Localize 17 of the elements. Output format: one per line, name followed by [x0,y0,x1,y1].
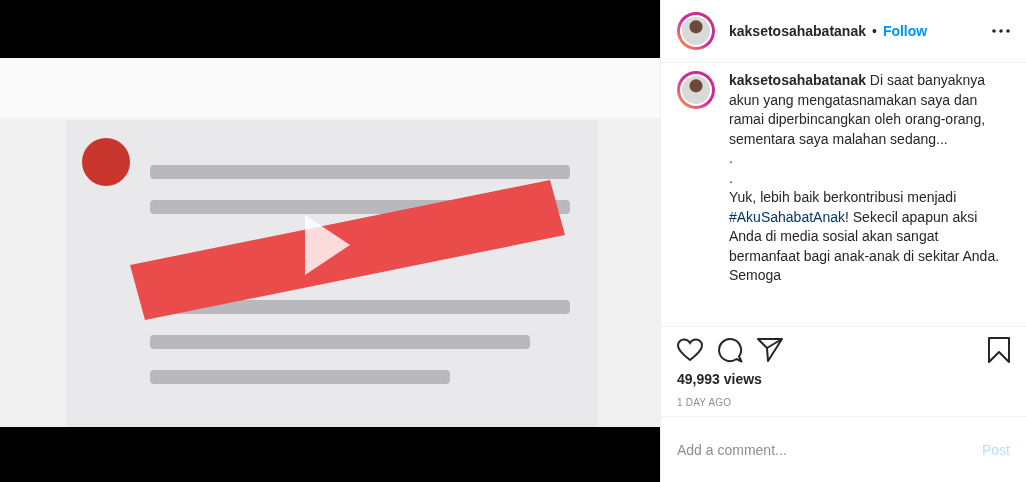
separator-dot: • [871,23,877,39]
view-count: 49,993 views [677,371,763,387]
comment-icon[interactable] [717,337,743,363]
caption-text: . [729,168,734,188]
avatar-icon[interactable] [677,12,715,50]
caption-text: kaksetosahabatanak Di saat banyaknya akun yang mengatasnamakan saya dan ramai diperbincangkan oleh orang-orang, sementara saya malahan sedang... [729,71,987,149]
avatar-icon[interactable] [677,71,715,109]
post-time: 1 DAY AGO [677,397,733,408]
caption-text: Yuk, lebih baik berkontribusi menjadi #AkuSahabatAnak! Sekecil apapun aksi Anda di media sosial akan sangat bermanfaat bagi anak-anak di sekitar Anda. Semoga [729,188,1001,285]
share-icon[interactable] [757,338,783,362]
hashtag-link[interactable]: #AkuSahabatAnak [729,208,845,225]
username-link[interactable]: kaksetosahabatanak [729,72,866,88]
caption-text: . [729,149,734,168]
bookmark-icon[interactable] [988,337,1010,363]
more-options-icon[interactable] [992,29,1010,33]
username-link[interactable]: kaksetosahabatanak [729,23,866,39]
heart-icon[interactable] [677,338,703,362]
